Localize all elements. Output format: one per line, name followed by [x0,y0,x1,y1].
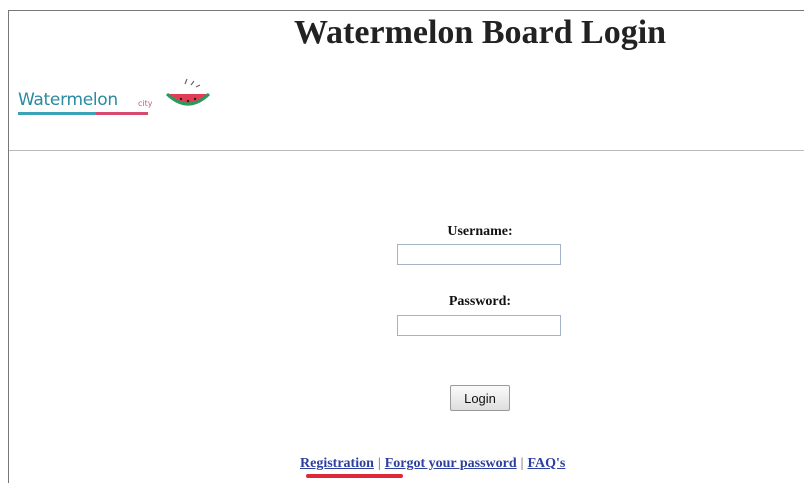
logo-suffix: city [138,99,153,108]
page-title: Watermelon Board Login [293,14,667,51]
username-input[interactable] [397,244,561,265]
link-separator: | [377,456,381,471]
header-divider [9,150,804,151]
forgot-password-link[interactable]: Forgot your password [385,456,517,471]
site-logo[interactable]: Watermelon city [18,78,218,118]
watermelon-slice-icon [165,78,211,106]
registration-highlight [306,474,403,478]
link-separator: | [520,456,524,471]
registration-link[interactable]: Registration [300,456,374,471]
username-label: Username: [447,224,513,239]
footer-links: Registration | Forgot your password | FAQ's [300,456,565,472]
password-label: Password: [448,294,512,309]
logo-text: Watermelon [18,90,118,110]
faqs-link[interactable]: FAQ's [527,456,565,471]
password-input[interactable] [397,315,561,336]
login-button[interactable]: Login [450,385,510,411]
logo-underline [18,112,148,115]
